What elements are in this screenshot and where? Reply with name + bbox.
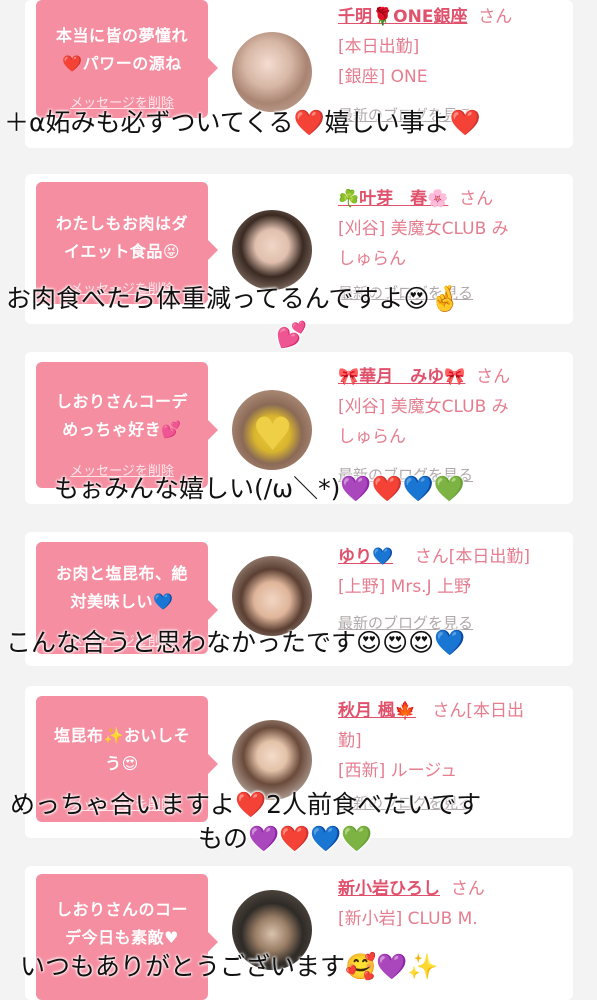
avatar[interactable]: ♥ — [232, 390, 312, 470]
shop-line: [西新] ルージュ — [338, 761, 458, 781]
overlay-comment: こんな合うと思わなかったです😍😍😍💙 — [6, 628, 466, 657]
message-bubble: しおりさんコーデめっちゃ好き💕 メッセージを削除 — [36, 362, 218, 488]
shop-line: [刈谷] 美魔女CLUB み — [338, 219, 509, 239]
avatar[interactable] — [232, 32, 312, 112]
cast-name-link[interactable]: 新小岩ひろし — [338, 879, 440, 899]
status-line: 勤] — [338, 731, 362, 751]
honorific: さん — [459, 189, 494, 209]
honorific: さん — [450, 879, 485, 899]
message-text: お肉と塩昆布、絶対美味しい💙 — [55, 564, 188, 611]
honorific: さん — [476, 367, 511, 387]
cast-name-link[interactable]: 千明🌹ONE銀座 — [338, 7, 467, 27]
message-text: しおりさんのコーデ今日も素敵♥ — [55, 900, 188, 947]
overlay-comment: いつもありがとうございます🥰💜✨ — [20, 952, 439, 981]
overlay-comment: お肉食べたら体重減ってるんですよ😍🤞 — [6, 284, 461, 313]
heart-sticker-icon: ♥ — [252, 407, 294, 461]
overlay-comment: もの💜❤️💙💚 — [198, 824, 373, 853]
overlay-comment: 💕 — [276, 320, 308, 349]
status-line: [本日出勤] — [338, 37, 420, 57]
overlay-comment: ＋α妬みも必ずついてくる❤️嬉しい事よ❤️ — [4, 108, 481, 137]
cast-name-link[interactable]: 🎀華月 みゆ🎀 — [338, 367, 465, 387]
avatar[interactable] — [232, 210, 312, 290]
shop-line: [上野] Mrs.J 上野 — [338, 577, 472, 597]
cast-name-link[interactable]: ☘️叶芽 春🌸 — [338, 189, 448, 209]
cast-name-link[interactable]: ゆり💙 — [338, 547, 393, 567]
shop-line: [銀座] ONE — [338, 67, 428, 87]
avatar[interactable] — [232, 556, 312, 636]
shop-line: [刈谷] 美魔女CLUB み — [338, 397, 509, 417]
honorific: さん[本日出 — [432, 701, 524, 721]
honorific: さん[本日出勤] — [414, 547, 531, 567]
message-text: わたしもお肉はダイエット食品😝 — [55, 214, 188, 261]
cast-name-link[interactable]: 秋月 楓🍁 — [338, 701, 416, 721]
overlay-comment: もぉみんな嬉しい(/ω＼*)💜❤️💙💚 — [54, 474, 465, 503]
message-text: 本当に皆の夢憧れ❤️パワーの源ね — [55, 26, 188, 73]
message-text: しおりさんコーデめっちゃ好き💕 — [55, 392, 188, 439]
shop-line: [新小岩] CLUB M. — [338, 909, 478, 929]
cast-info: 新小岩ひろし さん [新小岩] CLUB M. — [338, 874, 570, 934]
overlay-comment: めっちゃ合いますよ❤️2人前食べたいです — [10, 790, 482, 819]
shop-line: しゅらん — [338, 427, 406, 447]
shop-line: しゅらん — [338, 249, 406, 269]
honorific: さん — [478, 7, 513, 27]
message-bubble: 本当に皆の夢憧れ❤️パワーの源ね メッセージを削除 — [36, 0, 218, 118]
cast-info: ゆり💙 さん[本日出勤] [上野] Mrs.J 上野 最新のブログを見る — [338, 542, 570, 638]
message-text: 塩昆布✨おいしそう😍 — [54, 726, 190, 773]
cast-info: 🎀華月 みゆ🎀 さん [刈谷] 美魔女CLUB み しゅらん 最新のブログを見る — [338, 362, 570, 490]
